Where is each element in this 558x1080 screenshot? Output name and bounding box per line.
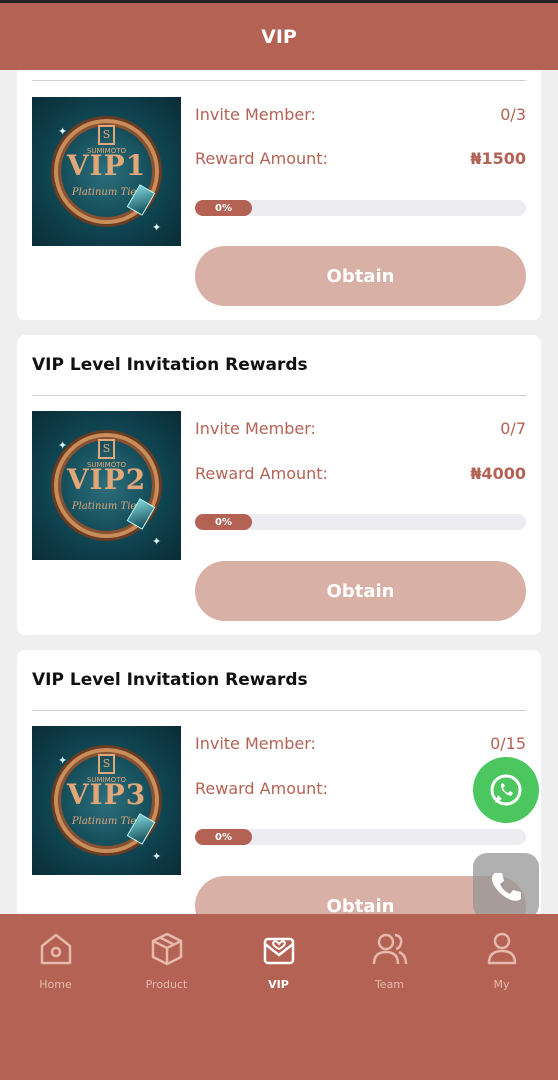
obtain-button[interactable]: Obtain xyxy=(195,561,526,621)
nav-label: Team xyxy=(374,978,405,991)
home-icon xyxy=(40,933,71,965)
progress-bar: 0% xyxy=(195,829,526,845)
bottom-navigation: Home Product VIP Team My xyxy=(0,914,558,1080)
team-icon xyxy=(372,933,407,965)
nav-item-home[interactable]: Home xyxy=(0,914,111,1004)
card-title: VIP Level Invitation Rewards xyxy=(32,670,308,690)
reward-label: Reward Amount: xyxy=(195,149,328,168)
vip2-badge-image: S SUMIMOTO VIP2 Platinum Tier ✦ ✦ xyxy=(32,411,181,560)
invite-value: 0/3 xyxy=(500,105,526,124)
sparkle-icon: ✦ xyxy=(58,125,68,138)
app-header: VIP xyxy=(0,0,558,70)
nav-label: Product xyxy=(145,978,188,991)
call-button[interactable] xyxy=(473,853,539,919)
reward-label: Reward Amount: xyxy=(195,464,328,483)
card-divider xyxy=(32,395,526,396)
whatsapp-icon xyxy=(490,774,522,806)
reward-value: ₦4000 xyxy=(470,464,526,483)
nav-item-product[interactable]: Product xyxy=(111,914,222,1004)
card-divider xyxy=(32,80,526,81)
progress-bar: 0% xyxy=(195,200,526,216)
reward-card-vip1: S SUMIMOTO VIP1 Platinum Tier ✦ ✦ Invite… xyxy=(17,70,541,320)
reward-row: Reward Amount: ₦1500 xyxy=(195,149,526,168)
reward-card-vip2: VIP Level Invitation Rewards S SUMIMOTO … xyxy=(17,335,541,635)
invite-label: Invite Member: xyxy=(195,105,316,124)
invite-value: 0/7 xyxy=(500,419,526,438)
sparkle-icon: ✦ xyxy=(58,439,68,452)
progress-label: 0% xyxy=(195,514,252,530)
nav-label: VIP xyxy=(268,978,289,991)
invite-row: Invite Member: 0/3 xyxy=(195,105,526,124)
user-icon xyxy=(487,932,516,965)
progress-label: 0% xyxy=(195,829,252,845)
whatsapp-button[interactable] xyxy=(473,757,539,823)
nav-label: My xyxy=(493,978,510,991)
nav-label: Home xyxy=(39,978,72,991)
reward-value: ₦1500 xyxy=(470,149,526,168)
sparkle-icon: ✦ xyxy=(152,221,162,234)
progress-label: 0% xyxy=(195,200,252,216)
reward-label: Reward Amount: xyxy=(195,779,328,798)
reward-card-vip3: VIP Level Invitation Rewards S SUMIMOTO … xyxy=(17,650,541,914)
vip1-badge-image: S SUMIMOTO VIP1 Platinum Tier ✦ ✦ xyxy=(32,97,181,246)
reward-row: Reward Amount: ₦4000 xyxy=(195,464,526,483)
vip-heart-icon xyxy=(263,937,294,965)
nav-item-vip[interactable]: VIP xyxy=(223,914,334,1004)
invite-value: 0/15 xyxy=(490,734,526,753)
card-divider xyxy=(32,710,526,711)
nav-item-my[interactable]: My xyxy=(446,914,557,1004)
obtain-button[interactable]: Obtain xyxy=(195,246,526,306)
sparkle-icon: ✦ xyxy=(58,754,68,767)
invite-label: Invite Member: xyxy=(195,419,316,438)
card-title: VIP Level Invitation Rewards xyxy=(32,355,308,375)
sparkle-icon: ✦ xyxy=(152,850,162,863)
vip3-badge-image: S SUMIMOTO VIP3 Platinum Tier ✦ ✦ xyxy=(32,726,181,875)
sparkle-icon: ✦ xyxy=(152,535,162,548)
invite-row: Invite Member: 0/15 xyxy=(195,734,526,753)
nav-item-team[interactable]: Team xyxy=(334,914,445,1004)
progress-bar: 0% xyxy=(195,514,526,530)
invite-row: Invite Member: 0/7 xyxy=(195,419,526,438)
invite-label: Invite Member: xyxy=(195,734,316,753)
box-icon xyxy=(151,932,182,966)
page-title: VIP xyxy=(261,25,297,48)
phone-icon xyxy=(491,873,521,901)
